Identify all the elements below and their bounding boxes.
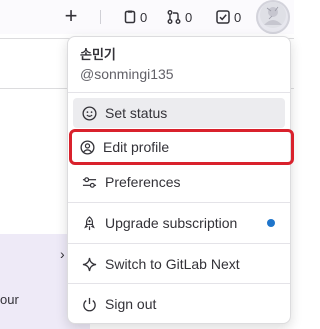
upgrade-subscription-label: Upgrade subscription [105,215,238,231]
menu-divider [68,202,290,203]
sign-out-label: Sign out [105,296,157,312]
issues-count: 0 [140,9,148,25]
issues-icon [124,10,136,24]
issues-counter-button[interactable]: 0 [124,8,147,26]
edit-profile-label: Edit profile [103,139,170,155]
edit-profile-item[interactable]: Edit profile [69,129,294,165]
merge-request-icon [167,10,181,24]
chevron-right-icon[interactable]: › [60,246,65,262]
user-avatar-button[interactable] [256,0,290,34]
power-icon [81,296,97,312]
menu-divider [68,243,290,244]
merge-requests-counter-button[interactable]: 0 [167,8,192,26]
preferences-label: Preferences [105,174,181,190]
menu-divider [68,283,290,284]
sparkle-icon [81,256,97,272]
sign-out-item[interactable]: Sign out [73,289,285,319]
rocket-icon [81,215,97,231]
set-status-label: Set status [105,105,168,121]
divider [100,10,101,24]
top-bar: + 0 0 0 [0,0,294,34]
set-status-item[interactable]: Set status [73,98,285,128]
switch-gitlab-next-label: Switch to GitLab Next [105,256,240,272]
background-text: our [0,292,19,307]
user-menu-dropdown: 손민기 @sonmingi135 Set status Edit profile… [67,36,294,324]
plus-icon: + [64,3,78,28]
preferences-icon [81,174,97,190]
user-name: 손민기 [80,47,116,62]
notification-dot [267,219,275,227]
merge-requests-count: 0 [185,9,193,25]
menu-divider [68,92,290,93]
upgrade-subscription-item[interactable]: Upgrade subscription [73,208,285,238]
todo-icon [216,10,230,24]
smiley-icon [81,105,97,121]
avatar [259,1,287,34]
todos-count: 0 [234,9,242,25]
user-handle: @sonmingi135 [80,66,174,82]
create-new-button[interactable]: + [60,5,82,27]
todos-counter-button[interactable]: 0 [216,8,241,26]
user-info: 손민기 @sonmingi135 [80,47,174,83]
user-icon [79,139,95,155]
switch-gitlab-next-item[interactable]: Switch to GitLab Next [73,249,285,279]
preferences-item[interactable]: Preferences [73,167,285,197]
